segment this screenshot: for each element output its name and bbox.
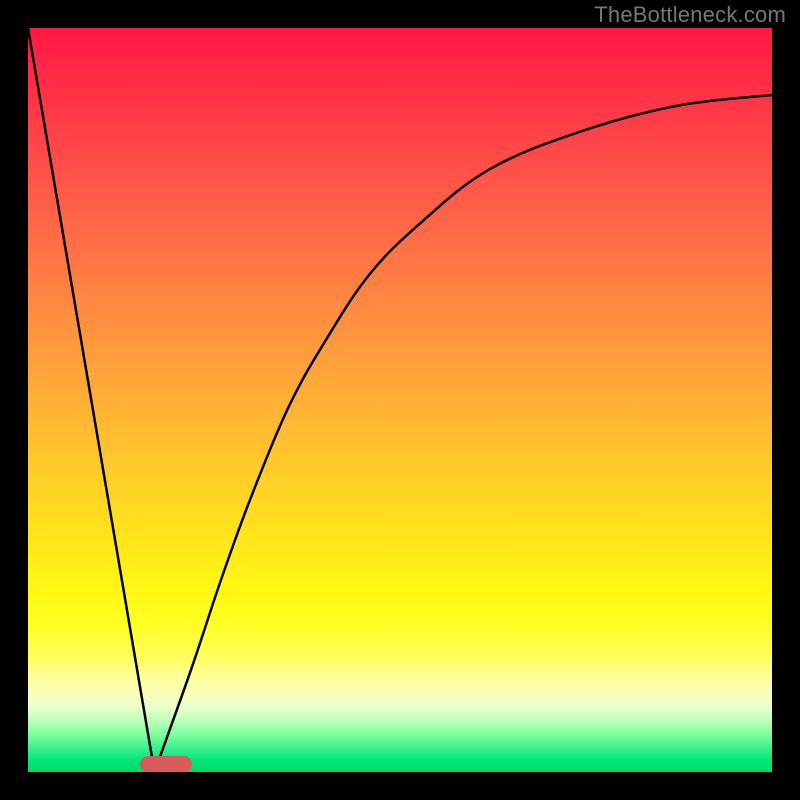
plot-area [28, 28, 772, 772]
watermark-text: TheBottleneck.com [594, 2, 786, 28]
left-segment-path [28, 28, 155, 772]
chart-lines [28, 28, 772, 772]
right-curve-path [155, 95, 773, 772]
bottleneck-marker [140, 756, 192, 772]
